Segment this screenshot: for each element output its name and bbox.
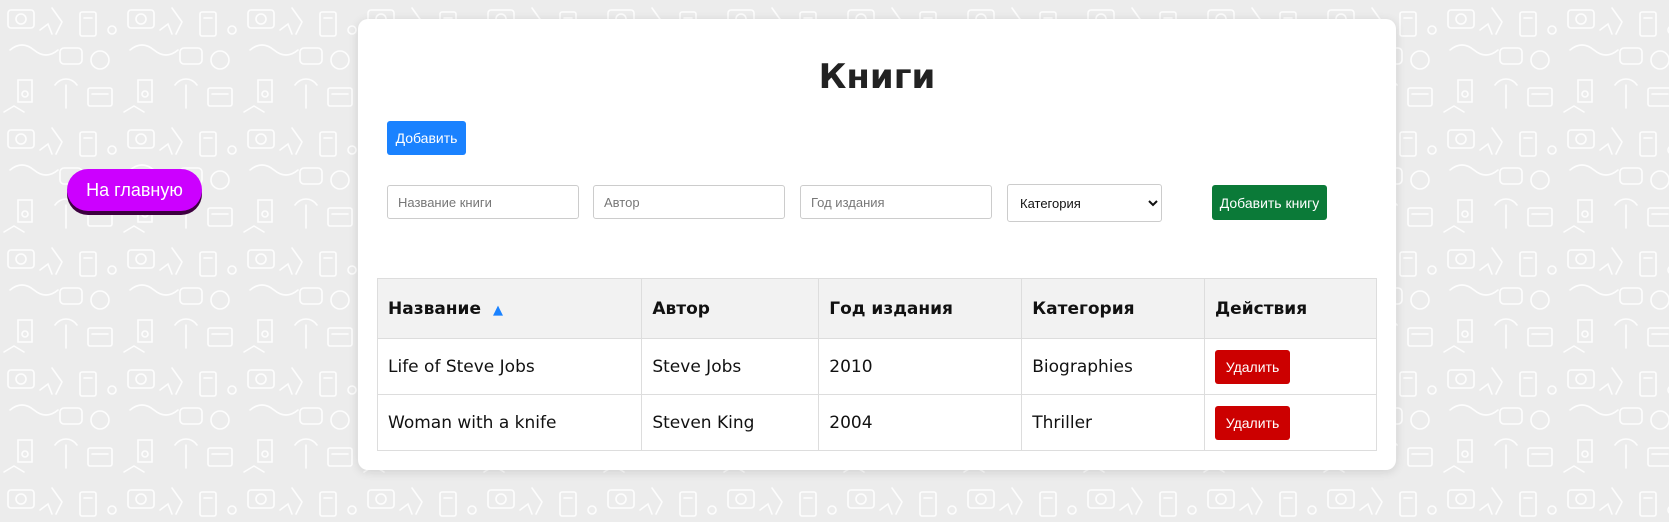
books-card: Книги Добавить Категория Добавить книгу … <box>358 19 1396 470</box>
cell-author: Steve Jobs <box>641 338 820 395</box>
cell-year: 2004 <box>818 394 1023 451</box>
header-actions: Действия <box>1204 278 1377 339</box>
header-author[interactable]: Автор <box>641 278 820 339</box>
author-input[interactable] <box>593 185 785 219</box>
delete-button[interactable]: Удалить <box>1215 405 1291 440</box>
cell-title: Woman with a knife <box>376 394 643 451</box>
header-category[interactable]: Категория <box>1021 278 1206 339</box>
add-book-button[interactable]: Добавить книгу <box>1212 185 1327 220</box>
delete-button[interactable]: Удалить <box>1215 349 1291 384</box>
table-header-row: Название ▲ Автор Год издания Категория Де… <box>376 278 1377 339</box>
header-year[interactable]: Год издания <box>818 278 1023 339</box>
cell-author: Steven King <box>641 394 820 451</box>
table-row: Woman with a knife Steven King 2004 Thri… <box>376 394 1377 451</box>
cell-category: Biographies <box>1021 338 1206 395</box>
sort-ascending-icon: ▲ <box>493 302 503 318</box>
cell-actions: Удалить <box>1204 394 1377 451</box>
cell-category: Thriller <box>1021 394 1206 451</box>
books-table: Название ▲ Автор Год издания Категория Де… <box>376 278 1377 451</box>
book-title-input[interactable] <box>387 185 579 219</box>
cell-title: Life of Steve Jobs <box>376 338 643 395</box>
header-title-label: Название <box>388 298 481 319</box>
add-button[interactable]: Добавить <box>387 121 466 155</box>
year-input[interactable] <box>800 185 992 219</box>
category-select[interactable]: Категория <box>1007 184 1162 222</box>
table-row: Life of Steve Jobs Steve Jobs 2010 Biogr… <box>376 338 1377 395</box>
cell-year: 2010 <box>818 338 1023 395</box>
page-title: Книги <box>818 57 936 97</box>
cell-actions: Удалить <box>1204 338 1377 395</box>
header-title[interactable]: Название ▲ <box>376 278 643 339</box>
home-button[interactable]: На главную <box>67 169 202 211</box>
